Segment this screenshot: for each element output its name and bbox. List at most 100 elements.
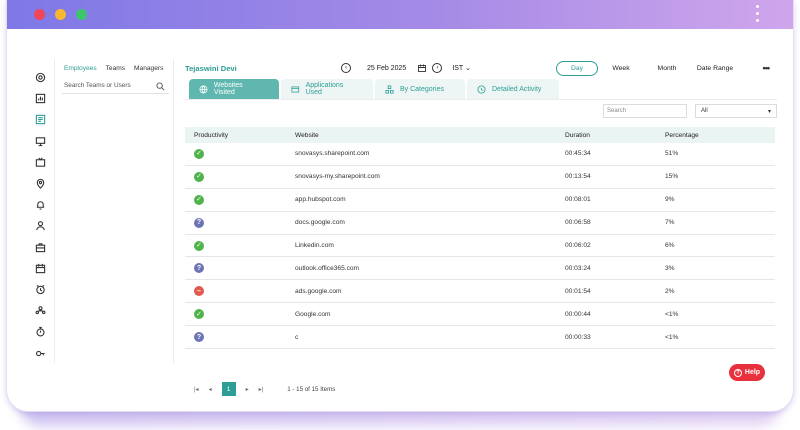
current-date[interactable]: 25 Feb 2025 [367,65,406,72]
duration-cell: 00:06:58 [565,219,591,227]
tab-by-categories[interactable]: By Categories [375,79,465,99]
table-row[interactable]: ✓ Google.com 00:00:44 <1% [185,303,775,327]
help-button[interactable]: ? Help [729,364,765,381]
table-row[interactable]: ✓ snovasys.sharepoint.com 00:45:34 51% [185,143,775,166]
productivity-cell: ? [185,217,295,228]
calendar-icon[interactable] [27,258,53,279]
top-bar: Tejaswini Devi ‹ 25 Feb 2025 › IST ⌄ Day… [179,59,781,81]
team-icon[interactable] [27,300,53,321]
websites-content: Search All ▾ Productivity Website Durati… [185,99,777,396]
activity-tabs: Websites Visited Applications Used By Ca… [189,79,559,99]
range-tabs: Day Week Month Date Range [556,61,740,76]
column-header-website[interactable]: Website [295,132,565,139]
employee-panel: Employees Teams Managers Search Teams or… [54,59,174,363]
globe-icon [199,85,208,93]
minimize-window-button[interactable] [55,9,66,20]
percentage-cell: 51% [665,150,679,158]
column-header-productivity[interactable]: Productivity [185,132,295,139]
clock-icon[interactable] [27,279,53,300]
tab-label: By Categories [400,85,444,93]
title-bar [7,0,793,29]
tab-employees[interactable]: Employees [64,65,97,72]
previous-page-icon[interactable]: ◂ [209,386,212,393]
user-icon[interactable] [27,215,53,236]
calendar-picker-icon[interactable] [418,64,427,72]
location-icon[interactable] [27,173,53,194]
productivity-cell: ✓ [185,171,295,182]
tab-detailed-activity[interactable]: Detailed Activity [467,79,559,99]
page-number-current[interactable]: 1 [221,382,236,396]
briefcase-icon[interactable] [27,237,53,258]
productivity-cell: ✓ [185,194,295,205]
productivity-cell: ✓ [185,148,295,159]
tab-teams[interactable]: Teams [106,65,125,72]
previous-day-icon[interactable]: ‹ [341,63,351,73]
neutral-status-icon: ? [194,332,204,343]
key-icon[interactable] [27,342,53,363]
table-row[interactable]: – ads.google.com 00:01:54 2% [185,280,775,304]
search-placeholder: Search Teams or Users [64,82,131,89]
timezone-select[interactable]: IST ⌄ [452,64,471,72]
table-row[interactable]: ✓ snovasys-my.sharepoint.com 00:13:54 15% [185,166,775,189]
column-header-percentage[interactable]: Percentage [665,132,755,139]
browser-window: Employees Teams Managers Search Teams or… [6,0,794,412]
duration-cell: 00:00:33 [565,333,591,341]
tab-applications-used[interactable]: Applications Used [281,79,373,99]
duration-cell: 00:00:44 [565,310,591,318]
next-page-icon[interactable]: ▸ [246,386,249,393]
main-panel: Tejaswini Devi ‹ 25 Feb 2025 › IST ⌄ Day… [179,59,781,396]
table-search-input[interactable]: Search [603,104,687,118]
window-menu-icon[interactable] [756,5,760,25]
app-area: Employees Teams Managers Search Teams or… [7,29,793,411]
help-label: Help [744,369,761,376]
column-header-duration[interactable]: Duration [565,132,665,139]
timezone-value: IST [452,65,464,72]
table-body: ✓ snovasys.sharepoint.com 00:45:34 51% ✓ snov… [185,143,775,350]
productivity-cell: ✓ [185,309,295,320]
tab-managers[interactable]: Managers [134,65,163,72]
productivity-filter-select[interactable]: All ▾ [695,104,777,118]
percentage-cell: 3% [665,264,675,272]
range-tab-date-range[interactable]: Date Range [690,62,740,75]
range-tab-week[interactable]: Week [598,62,644,75]
reports-icon[interactable] [27,88,53,109]
first-page-icon[interactable]: |◂ [194,386,199,393]
website-cell: app.hubspot.com [295,196,346,204]
alarm-icon[interactable] [27,194,53,215]
table-row[interactable]: ✓ app.hubspot.com 00:08:01 9% [185,189,775,212]
range-tab-month[interactable]: Month [644,62,690,75]
neutral-status-icon: ? [194,263,204,274]
productivity-cell: ✓ [185,240,295,251]
next-day-icon[interactable]: › [432,63,443,73]
chevron-down-icon: ▾ [767,109,771,115]
table-row[interactable]: ? docs.google.com 00:06:58 7% [185,212,775,235]
close-window-button[interactable] [34,9,45,20]
websites-table: Productivity Website Duration Percentage… [185,127,775,350]
tab-websites-visited[interactable]: Websites Visited [189,79,279,99]
monitor-icon[interactable] [27,131,53,152]
maximize-window-button[interactable] [76,9,87,20]
table-row[interactable]: ? outlook.office365.com 00:03:24 3% [185,257,775,281]
last-page-icon[interactable]: ▸| [259,386,264,393]
dashboard-icon[interactable] [27,67,53,88]
table-row[interactable]: ? c 00:00:33 <1% [185,326,775,350]
website-cell: ads.google.com [295,287,342,295]
tv-icon[interactable] [27,152,53,173]
more-options-icon[interactable]: ••• [763,63,771,73]
percentage-cell: 9% [665,196,675,204]
teams-users-search-input[interactable]: Search Teams or Users [62,80,169,94]
website-cell: Linkedin.com [295,242,334,249]
duration-cell: 00:08:01 [565,196,591,204]
timer-icon[interactable] [27,321,53,342]
productivity-cell: – [185,286,295,297]
tab-label: Applications Used [305,82,344,96]
percentage-cell: 7% [665,219,675,227]
range-tab-day[interactable]: Day [556,61,598,76]
neutral-status-icon: ? [194,217,204,228]
activity-icon[interactable] [27,109,53,130]
table-row[interactable]: ✓ Linkedin.com 00:06:02 6% [185,235,775,258]
duration-cell: 00:01:54 [565,287,591,295]
filter-value: All [701,108,708,114]
pagination: |◂ ◂ 1 ▸ ▸| 1 - 15 of 15 Items [185,382,765,396]
productive-status-icon: ✓ [194,194,204,205]
